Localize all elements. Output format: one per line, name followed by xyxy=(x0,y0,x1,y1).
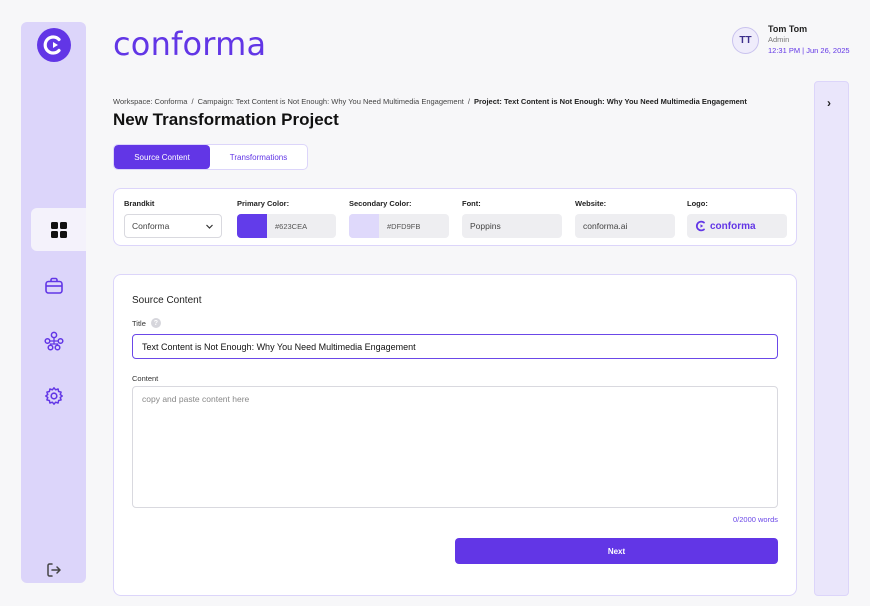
title-label-text: Title xyxy=(132,318,146,328)
right-panel: › xyxy=(814,81,849,596)
grid-icon xyxy=(50,221,67,238)
hierarchy-icon xyxy=(43,331,64,351)
primary-color-label: Primary Color: xyxy=(237,199,290,208)
chevron-down-icon xyxy=(206,224,213,229)
user-profile[interactable]: TT Tom Tom Admin 12:31 PM | Jun 26, 2025 xyxy=(732,24,850,56)
breadcrumb-project: Project: Text Content is Not Enough: Why… xyxy=(473,97,747,106)
chevron-right-icon[interactable]: › xyxy=(827,96,831,110)
logout-button[interactable] xyxy=(32,548,75,591)
secondary-color-swatch[interactable] xyxy=(349,214,379,238)
tab-transformations[interactable]: Transformations xyxy=(210,145,307,169)
breadcrumb: Workspace: Conforma / Campaign: Text Conte… xyxy=(113,97,747,106)
primary-color-value: #623CEA xyxy=(275,221,308,231)
app-logo-icon[interactable] xyxy=(37,28,71,62)
sidebar-item-dashboard[interactable] xyxy=(31,208,86,251)
brand-wordmark: conforma xyxy=(113,25,267,63)
sidebar xyxy=(21,22,86,583)
sidebar-item-organization[interactable] xyxy=(32,319,75,362)
user-timestamp: 12:31 PM | Jun 26, 2025 xyxy=(768,45,850,55)
logo-label: Logo: xyxy=(687,199,708,208)
user-name: Tom Tom xyxy=(768,24,808,34)
logo-wordmark: conforma xyxy=(710,220,756,232)
sidebar-item-settings[interactable] xyxy=(32,374,75,417)
primary-color-swatch[interactable] xyxy=(237,214,267,238)
gear-icon xyxy=(44,386,63,405)
secondary-color-value: #DFD9FB xyxy=(387,221,421,231)
content-field-label: Content xyxy=(132,374,159,383)
breadcrumb-separator: / xyxy=(191,97,194,106)
avatar[interactable]: TT xyxy=(732,27,759,54)
word-count: 0/2000 words xyxy=(732,515,778,524)
brandkit-label: Brandkit xyxy=(124,199,155,208)
brand-logo-icon xyxy=(695,220,705,232)
title-input[interactable] xyxy=(132,334,778,359)
website-label: Website: xyxy=(575,199,607,208)
sidebar-item-projects[interactable] xyxy=(32,264,75,307)
tab-source-content[interactable]: Source Content xyxy=(114,145,210,169)
brandkit-select[interactable]: Conforma xyxy=(124,214,222,238)
breadcrumb-workspace[interactable]: Workspace: Conforma xyxy=(113,97,187,106)
logo-field[interactable]: conforma xyxy=(687,214,787,238)
breadcrumb-campaign[interactable]: Campaign: Text Content is Not Enough: Wh… xyxy=(198,97,464,106)
brandkit-card: Brandkit Conforma Primary Color: #623CEA… xyxy=(113,188,797,246)
brandkit-select-value: Conforma xyxy=(132,221,170,231)
tab-bar: Source Content Transformations xyxy=(113,144,308,170)
briefcase-icon xyxy=(44,277,63,294)
source-content-card: Source Content Title ? Content 0/2000 wo… xyxy=(113,274,797,596)
primary-color-field[interactable]: #623CEA xyxy=(237,214,336,238)
website-field[interactable]: conforma.ai xyxy=(575,214,675,238)
title-field-label: Title ? xyxy=(132,318,161,328)
font-field[interactable]: Poppins xyxy=(462,214,562,238)
user-role: Admin xyxy=(768,35,790,45)
font-label: Font: xyxy=(462,199,481,208)
next-button[interactable]: Next xyxy=(455,538,778,564)
source-content-heading: Source Content xyxy=(132,295,202,306)
help-icon[interactable]: ? xyxy=(150,318,161,328)
breadcrumb-separator: / xyxy=(467,97,470,106)
secondary-color-label: Secondary Color: xyxy=(349,199,412,208)
secondary-color-field[interactable]: #DFD9FB xyxy=(349,214,449,238)
logout-icon xyxy=(46,562,61,577)
content-textarea[interactable] xyxy=(132,386,778,508)
page-title: New Transformation Project xyxy=(113,110,339,129)
